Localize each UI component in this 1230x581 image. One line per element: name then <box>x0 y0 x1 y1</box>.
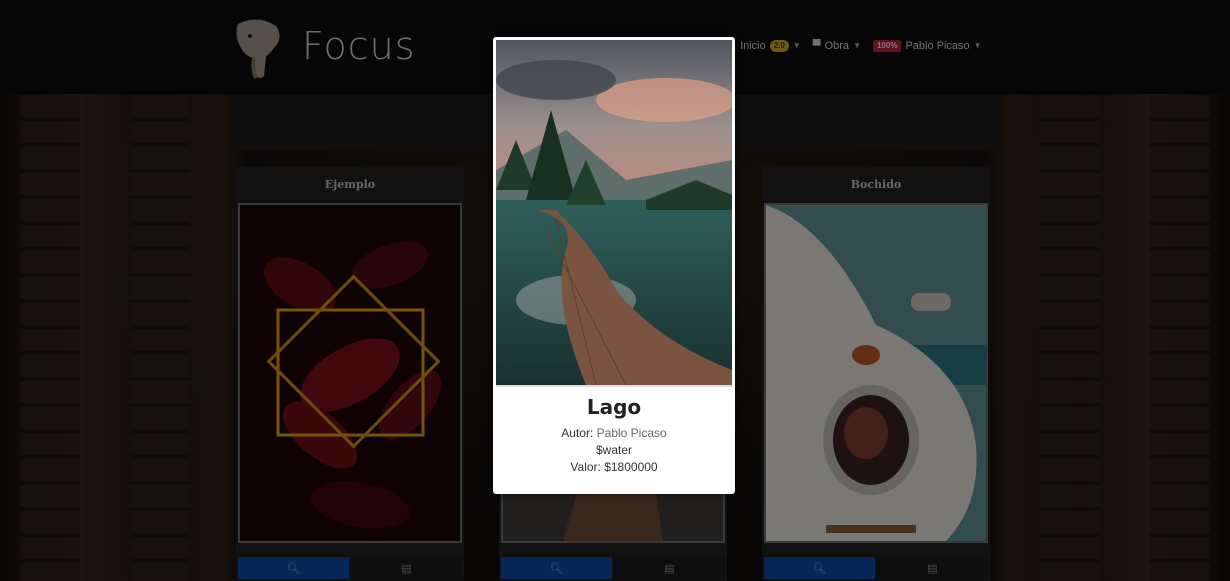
modal-artwork-image <box>496 40 732 387</box>
artwork-author: Autor: Pablo Picaso <box>493 425 735 442</box>
lake-boardwalk-picture <box>496 40 732 385</box>
modal-body: Lago Autor: Pablo Picaso $water Valor: $… <box>493 389 735 476</box>
artwork-detail-modal: Lago Autor: Pablo Picaso $water Valor: $… <box>493 37 735 494</box>
artwork-tag: $water <box>595 443 633 457</box>
artwork-value: Valor: $1800000 <box>570 460 658 474</box>
author-label: Autor: <box>561 426 594 440</box>
artwork-title: Lago <box>586 395 642 419</box>
author-name[interactable]: Pablo Picaso <box>597 426 667 440</box>
